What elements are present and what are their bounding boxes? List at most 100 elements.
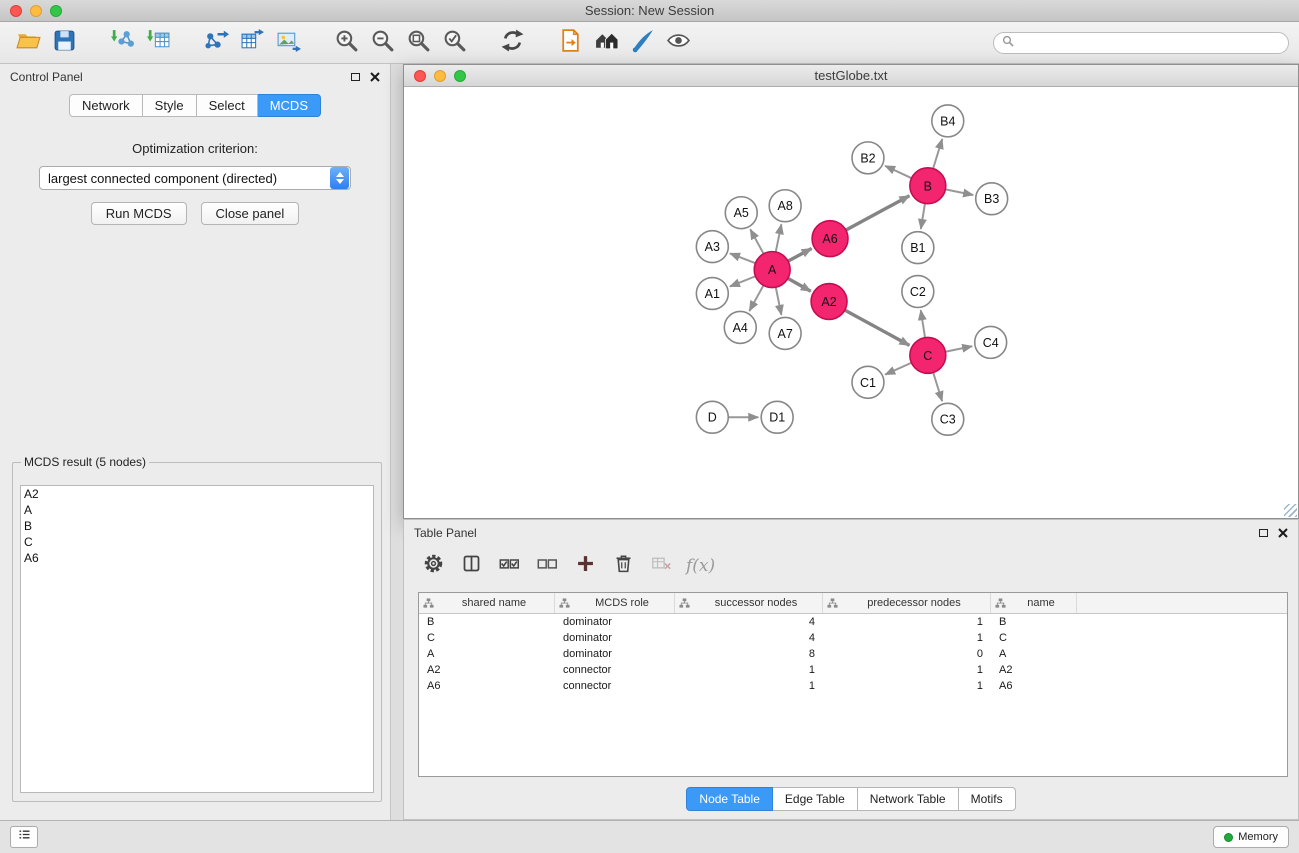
mcds-result-item[interactable]: A2: [21, 486, 373, 502]
tab-motifs[interactable]: Motifs: [959, 787, 1016, 811]
graph-edge-C-C3[interactable]: [933, 373, 942, 402]
graphics-details-button[interactable]: [660, 27, 696, 59]
table-row[interactable]: Cdominator41C: [419, 630, 1287, 646]
mcds-result-item[interactable]: A6: [21, 550, 373, 566]
graph-edge-A-A8[interactable]: [776, 224, 782, 252]
column-header-name[interactable]: name: [991, 593, 1077, 613]
export-network-button[interactable]: [198, 27, 234, 59]
export-image-button[interactable]: [270, 27, 306, 59]
window-close-button[interactable]: [10, 5, 22, 17]
graph-edge-A-A1[interactable]: [730, 276, 756, 286]
close-panel-button[interactable]: Close panel: [201, 202, 300, 225]
table-row[interactable]: Adominator80A: [419, 646, 1287, 662]
close-panel-icon[interactable]: [370, 72, 380, 82]
graph-edge-B-B1[interactable]: [921, 204, 925, 229]
network-window-titlebar[interactable]: testGlobe.txt: [404, 65, 1298, 87]
graph-node-A[interactable]: A: [754, 252, 790, 288]
graph-node-A2[interactable]: A2: [811, 284, 847, 320]
graph-edge-A2-C[interactable]: [845, 310, 910, 345]
delete-table-button[interactable]: [646, 551, 676, 581]
graph-node-B1[interactable]: B1: [902, 232, 934, 264]
graph-node-A8[interactable]: A8: [769, 190, 801, 222]
hide-panels-button[interactable]: [588, 27, 624, 59]
graph-node-B4[interactable]: B4: [932, 105, 964, 137]
graph-edge-A-A4[interactable]: [749, 285, 763, 311]
window-resize-handle[interactable]: [1284, 504, 1297, 517]
first-neighbors-button[interactable]: [552, 27, 588, 59]
show-column-button[interactable]: [456, 551, 486, 581]
zoom-in-button[interactable]: [328, 27, 364, 59]
create-column-button[interactable]: [570, 551, 600, 581]
network-graph[interactable]: B4B2BB3A5A8A6A3B1AC2A1A2A4A7C4CC1DD1C3: [404, 87, 1298, 518]
graph-edge-A-A6[interactable]: [788, 249, 812, 262]
select-all-button[interactable]: [494, 551, 524, 581]
graph-edge-A6-B[interactable]: [846, 196, 910, 230]
table-settings-button[interactable]: [418, 551, 448, 581]
deselect-all-button[interactable]: [532, 551, 562, 581]
graph-edge-B-B4[interactable]: [933, 139, 942, 169]
save-session-button[interactable]: [46, 27, 82, 59]
graph-node-C1[interactable]: C1: [852, 366, 884, 398]
memory-button[interactable]: Memory: [1213, 826, 1289, 848]
graph-edge-B-B2[interactable]: [885, 166, 911, 178]
network-minimize-button[interactable]: [434, 70, 446, 82]
graph-node-B[interactable]: B: [910, 168, 946, 204]
zoom-selected-button[interactable]: [436, 27, 472, 59]
graph-edge-A-A7[interactable]: [776, 287, 782, 315]
zoom-fit-button[interactable]: [400, 27, 436, 59]
float-panel-icon[interactable]: [351, 73, 360, 81]
graph-node-A7[interactable]: A7: [769, 317, 801, 349]
graph-node-C3[interactable]: C3: [932, 403, 964, 435]
tab-node-table[interactable]: Node Table: [686, 787, 773, 811]
column-header-successor-nodes[interactable]: successor nodes: [675, 593, 823, 613]
tab-edge-table[interactable]: Edge Table: [773, 787, 858, 811]
network-canvas[interactable]: B4B2BB3A5A8A6A3B1AC2A1A2A4A7C4CC1DD1C3: [404, 87, 1298, 518]
graph-node-D[interactable]: D: [696, 401, 728, 433]
table-row[interactable]: A6connector11A6: [419, 678, 1287, 694]
float-table-panel-icon[interactable]: [1259, 529, 1268, 537]
import-table-button[interactable]: [140, 27, 176, 59]
graph-edge-A-A5[interactable]: [750, 229, 763, 253]
graph-edge-A-A2[interactable]: [788, 278, 811, 291]
graph-edge-C-C2[interactable]: [921, 310, 925, 337]
network-zoom-button[interactable]: [454, 70, 466, 82]
zoom-out-button[interactable]: [364, 27, 400, 59]
table-row[interactable]: Bdominator41B: [419, 614, 1287, 630]
function-builder-button[interactable]: f(x): [686, 556, 715, 576]
open-session-button[interactable]: [10, 27, 46, 59]
graph-node-A1[interactable]: A1: [696, 278, 728, 310]
network-close-button[interactable]: [414, 70, 426, 82]
graph-node-C[interactable]: C: [910, 337, 946, 373]
mcds-result-list[interactable]: A2ABCA6: [20, 485, 374, 793]
mcds-result-item[interactable]: B: [21, 518, 373, 534]
tab-network[interactable]: Network: [69, 94, 143, 117]
search-input[interactable]: [1019, 36, 1280, 50]
graph-edge-C-C4[interactable]: [945, 346, 972, 352]
window-zoom-button[interactable]: [50, 5, 62, 17]
graph-node-B2[interactable]: B2: [852, 142, 884, 174]
graph-node-A3[interactable]: A3: [696, 231, 728, 263]
style-brush-button[interactable]: [624, 27, 660, 59]
graph-node-B3[interactable]: B3: [976, 183, 1008, 215]
tab-style[interactable]: Style: [143, 94, 197, 117]
criterion-dropdown[interactable]: largest connected component (directed): [39, 166, 351, 190]
delete-column-button[interactable]: [608, 551, 638, 581]
graph-node-A5[interactable]: A5: [725, 197, 757, 229]
export-table-button[interactable]: [234, 27, 270, 59]
column-header-mcds-role[interactable]: MCDS role: [555, 593, 675, 613]
apply-layout-button[interactable]: [494, 27, 530, 59]
graph-node-C2[interactable]: C2: [902, 276, 934, 308]
tab-mcds[interactable]: MCDS: [258, 94, 321, 117]
search-field[interactable]: [993, 32, 1289, 54]
table-row[interactable]: A2connector11A2: [419, 662, 1287, 678]
graph-node-D1[interactable]: D1: [761, 401, 793, 433]
graph-edge-B-B3[interactable]: [945, 189, 973, 195]
graph-edge-C-C1[interactable]: [885, 363, 911, 375]
mcds-result-item[interactable]: A: [21, 502, 373, 518]
graph-edge-A-A3[interactable]: [730, 253, 755, 263]
tab-select[interactable]: Select: [197, 94, 258, 117]
graph-node-A4[interactable]: A4: [724, 311, 756, 343]
column-header-predecessor-nodes[interactable]: predecessor nodes: [823, 593, 991, 613]
import-network-button[interactable]: [104, 27, 140, 59]
mcds-result-item[interactable]: C: [21, 534, 373, 550]
